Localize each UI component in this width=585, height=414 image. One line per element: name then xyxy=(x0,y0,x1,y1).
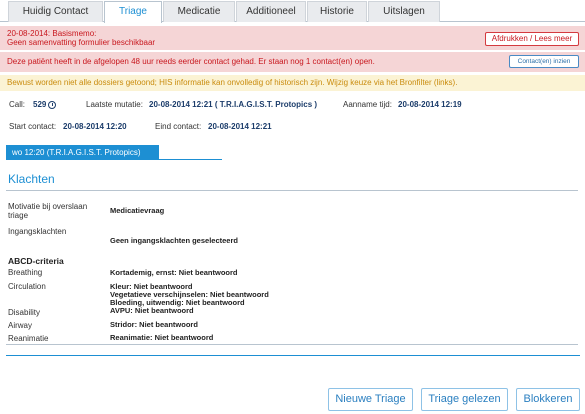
aanname-value: 20-08-2014 12:19 xyxy=(398,100,462,109)
airway-value: Stridor: Niet beantwoord xyxy=(110,320,198,329)
breathing-label: Breathing xyxy=(8,268,43,277)
tab-uitslagen[interactable]: Uitslagen xyxy=(368,1,440,22)
circulation-label: Circulation xyxy=(8,282,46,291)
mutatie-value: 20-08-2014 12:21 ( T.R.I.A.G.I.S.T. Prot… xyxy=(149,100,318,109)
tab-medicatie[interactable]: Medicatie xyxy=(163,1,235,22)
breathing-value: Kortademig, ernst: Niet beantwoord xyxy=(110,268,238,277)
memo-text: Geen samenvatting formulier beschikbaar xyxy=(7,38,156,47)
memo-alert: 20-08-2014: Basismemo: Geen samenvatting… xyxy=(0,26,585,50)
subtab-underline xyxy=(6,159,222,160)
disability-value: AVPU: Niet beantwoord xyxy=(110,306,194,315)
nieuwe-triage-button[interactable]: Nieuwe Triage xyxy=(328,388,413,411)
reanimatie-label: Reanimatie xyxy=(8,334,49,343)
blokkeren-button[interactable]: Blokkeren xyxy=(516,388,580,411)
info-icon[interactable] xyxy=(48,100,57,109)
airway-label: Airway xyxy=(8,321,33,330)
call-label: Call: xyxy=(9,100,26,109)
reanimatie-value: Reanimatie: Niet beantwoord xyxy=(110,333,214,342)
tab-huidig-contact[interactable]: Huidig Contact xyxy=(8,1,103,22)
call-value: 529 xyxy=(33,100,47,109)
motivatie-value: Medicatievraag xyxy=(110,206,165,215)
abcd-title: ABCD-criteria xyxy=(8,256,64,266)
call-number: 529 xyxy=(33,100,57,109)
tab-historie[interactable]: Historie xyxy=(307,1,367,22)
tab-bar: Huidig Contact Triage Medicatie Addition… xyxy=(0,0,585,23)
tab-triage[interactable]: Triage xyxy=(104,1,162,23)
print-button[interactable]: Afdrukken / Lees meer xyxy=(485,32,579,46)
start-label: Start contact: xyxy=(9,122,57,131)
ingang-label: Ingangsklachten xyxy=(8,227,67,236)
criteria-divider xyxy=(6,344,578,345)
contacts-text: Deze patiënt heeft in de afgelopen 48 uu… xyxy=(7,57,375,66)
aanname-label: Aanname tijd: xyxy=(343,100,392,109)
eind-value: 20-08-2014 12:21 xyxy=(208,122,272,131)
klachten-title: Klachten xyxy=(8,172,55,186)
contacts-alert: Deze patiënt heeft in de afgelopen 48 uu… xyxy=(0,52,585,72)
triage-session-tab[interactable]: wo 12:20 (T.R.I.A.G.I.S.T. Protopics) xyxy=(6,145,159,160)
klachten-divider xyxy=(6,190,578,191)
mutatie-label: Laatste mutatie: xyxy=(86,100,143,109)
triage-gelezen-button[interactable]: Triage gelezen xyxy=(421,388,508,411)
ingang-value: Geen ingangsklachten geselecteerd xyxy=(110,236,238,245)
motivatie-label-2: triage xyxy=(8,211,29,220)
source-warning: Bewust worden niet alle dossiers getoond… xyxy=(0,75,585,91)
disability-label: Disability xyxy=(8,308,41,317)
content-bottom-line xyxy=(6,355,580,356)
tab-additioneel[interactable]: Additioneel xyxy=(236,1,306,22)
start-value: 20-08-2014 12:20 xyxy=(63,122,127,131)
contacts-button[interactable]: Contact(en) inzien xyxy=(509,55,579,68)
memo-title: 20-08-2014: Basismemo: xyxy=(7,29,97,38)
eind-label: Eind contact: xyxy=(155,122,202,131)
motivatie-label-1: Motivatie bij overslaan xyxy=(8,202,88,211)
